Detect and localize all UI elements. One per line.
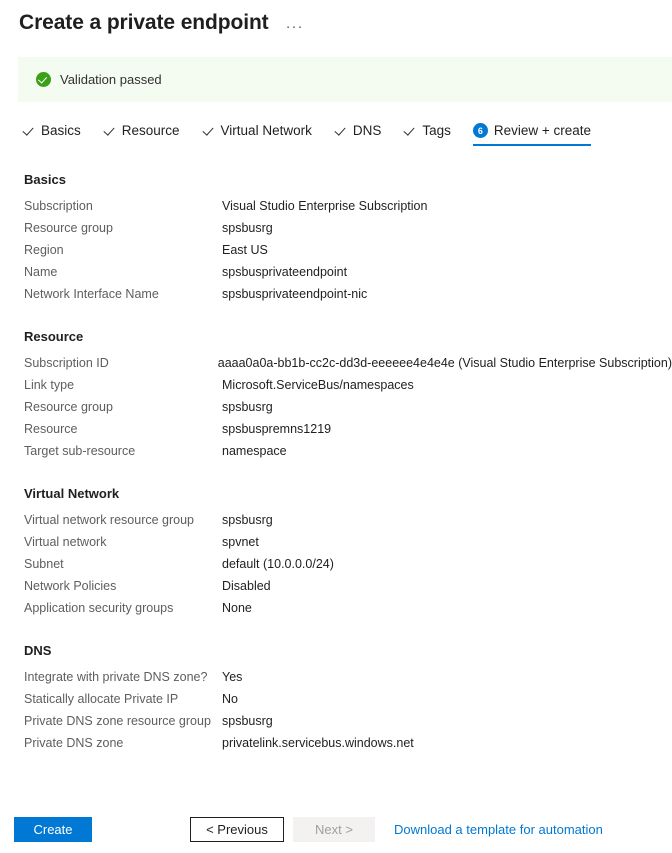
summary-row: Private DNS zone privatelink.servicebus.w… xyxy=(0,736,672,758)
summary-row: Resource group spsbusrg xyxy=(0,400,672,422)
summary-label: Target sub-resource xyxy=(24,444,136,458)
summary-value: namespace xyxy=(222,444,287,458)
tab-label: Resource xyxy=(121,123,180,138)
summary-row: Network Policies Disabled xyxy=(0,579,672,601)
tab-label: DNS xyxy=(352,123,382,138)
summary-value: No xyxy=(222,692,238,706)
summary-label: Application security groups xyxy=(24,601,174,615)
tab-label: Review + create xyxy=(493,123,592,138)
summary-value: default (10.0.0.0/24) xyxy=(222,557,334,571)
summary-row: Target sub-resource namespace xyxy=(0,444,672,466)
summary-row: Name spsbusprivateendpoint xyxy=(0,265,672,287)
summary-label: Virtual network xyxy=(24,535,107,549)
summary-value: spsbusprivateendpoint-nic xyxy=(222,287,368,301)
summary-label: Resource group xyxy=(24,221,113,235)
section-resource: Resource Subscription ID aaaa0a0a-bb1b-cc2… xyxy=(0,329,672,466)
summary-row: Virtual network spvnet xyxy=(0,535,672,557)
check-icon xyxy=(403,124,416,137)
summary-label: Link type xyxy=(24,378,75,392)
summary-label: Virtual network resource group xyxy=(24,513,194,527)
check-icon xyxy=(22,124,35,137)
check-icon xyxy=(334,124,347,137)
download-template-link[interactable]: Download a template for automation xyxy=(394,822,603,837)
tab-virtual-network[interactable]: Virtual Network xyxy=(202,123,312,146)
summary-label: Region xyxy=(24,243,64,257)
summary-value: spsbusrg xyxy=(222,400,273,414)
create-button[interactable]: Create xyxy=(14,816,92,842)
summary-value: Yes xyxy=(222,670,243,684)
page-header: Create a private endpoint ··· xyxy=(0,0,672,37)
summary-value: Visual Studio Enterprise Subscription xyxy=(222,199,428,213)
section-heading: Basics xyxy=(24,172,66,187)
previous-button[interactable]: < Previous xyxy=(190,816,284,842)
summary-value: spsbusprivateendpoint xyxy=(222,265,348,279)
validation-message: Validation passed xyxy=(60,72,162,87)
wizard-tabs: Basics Resource Virtual Network DNS Tags 6 Rev… xyxy=(22,123,592,146)
section-heading: DNS xyxy=(24,643,52,658)
summary-row: Private DNS zone resource group spsbusrg xyxy=(0,714,672,736)
section-heading: Virtual Network xyxy=(24,486,120,501)
summary-label: Network Interface Name xyxy=(24,287,159,301)
summary-row: Subnet default (10.0.0.0/24) xyxy=(0,557,672,579)
tab-dns[interactable]: DNS xyxy=(334,123,382,146)
summary-value: Disabled xyxy=(222,579,271,593)
section-heading: Resource xyxy=(24,329,84,344)
summary-row: Integrate with private DNS zone? Yes xyxy=(0,670,672,692)
tab-label: Virtual Network xyxy=(220,123,312,138)
tab-label: Tags xyxy=(422,123,451,138)
summary-row: Virtual network resource group spsbusrg xyxy=(0,513,672,535)
more-options-icon[interactable]: ··· xyxy=(286,19,304,34)
summary-value: privatelink.servicebus.windows.net xyxy=(222,736,414,750)
validation-banner: Validation passed xyxy=(18,57,672,102)
summary-value: East US xyxy=(222,243,268,257)
check-circle-icon xyxy=(36,72,51,87)
summary-label: Resource group xyxy=(24,400,113,414)
summary-value: spsbusrg xyxy=(222,714,273,728)
section-virtual-network: Virtual Network Virtual network resource … xyxy=(0,486,672,623)
tab-tags[interactable]: Tags xyxy=(403,123,451,146)
summary-row: Subscription ID aaaa0a0a-bb1b-cc2c-dd3d-e… xyxy=(0,356,672,378)
summary-value: Microsoft.ServiceBus/namespaces xyxy=(222,378,414,392)
summary-label: Private DNS zone resource group xyxy=(24,714,211,728)
tab-basics[interactable]: Basics xyxy=(22,123,81,146)
summary-value: spvnet xyxy=(222,535,259,549)
summary-row: Network Interface Name spsbusprivateendpo… xyxy=(0,287,672,309)
next-button: Next > xyxy=(293,816,375,842)
summary-label: Network Policies xyxy=(24,579,117,593)
summary-label: Integrate with private DNS zone? xyxy=(24,670,208,684)
summary-row: Resource spsbuspremns1219 xyxy=(0,422,672,444)
summary-row: Link type Microsoft.ServiceBus/namespaces xyxy=(0,378,672,400)
summary-row: Statically allocate Private IP No xyxy=(0,692,672,714)
summary-value: spsbusrg xyxy=(222,221,273,235)
section-dns: DNS Integrate with private DNS zone? Yes St… xyxy=(0,643,672,758)
summary-label: Subscription ID xyxy=(24,356,109,370)
review-content: Basics Subscription Visual Studio Enterpri… xyxy=(0,172,672,778)
summary-label: Private DNS zone xyxy=(24,736,124,750)
page-title: Create a private endpoint xyxy=(19,11,269,34)
summary-row: Resource group spsbusrg xyxy=(0,221,672,243)
summary-label: Statically allocate Private IP xyxy=(24,692,179,706)
summary-label: Name xyxy=(24,265,58,279)
tab-label: Basics xyxy=(41,123,81,138)
summary-value: aaaa0a0a-bb1b-cc2c-dd3d-eeeeee4e4e4e (Vi… xyxy=(217,356,672,370)
summary-row: Application security groups None xyxy=(0,601,672,623)
section-basics: Basics Subscription Visual Studio Enterpri… xyxy=(0,172,672,309)
check-icon xyxy=(103,124,116,137)
summary-row: Region East US xyxy=(0,243,672,265)
summary-value: None xyxy=(222,601,252,615)
tab-review-create[interactable]: 6 Review + create xyxy=(472,123,592,146)
tab-resource[interactable]: Resource xyxy=(103,123,180,146)
summary-label: Subscription xyxy=(24,199,93,213)
summary-value: spsbusrg xyxy=(222,513,273,527)
summary-row: Subscription Visual Studio Enterprise Sub… xyxy=(0,199,672,221)
summary-label: Resource xyxy=(24,422,78,436)
footer-action-bar: Create < Previous Next > Download a temp… xyxy=(0,805,672,853)
tab-step-badge: 6 xyxy=(472,123,488,138)
check-icon xyxy=(202,124,215,137)
summary-value: spsbuspremns1219 xyxy=(222,422,332,436)
summary-label: Subnet xyxy=(24,557,64,571)
